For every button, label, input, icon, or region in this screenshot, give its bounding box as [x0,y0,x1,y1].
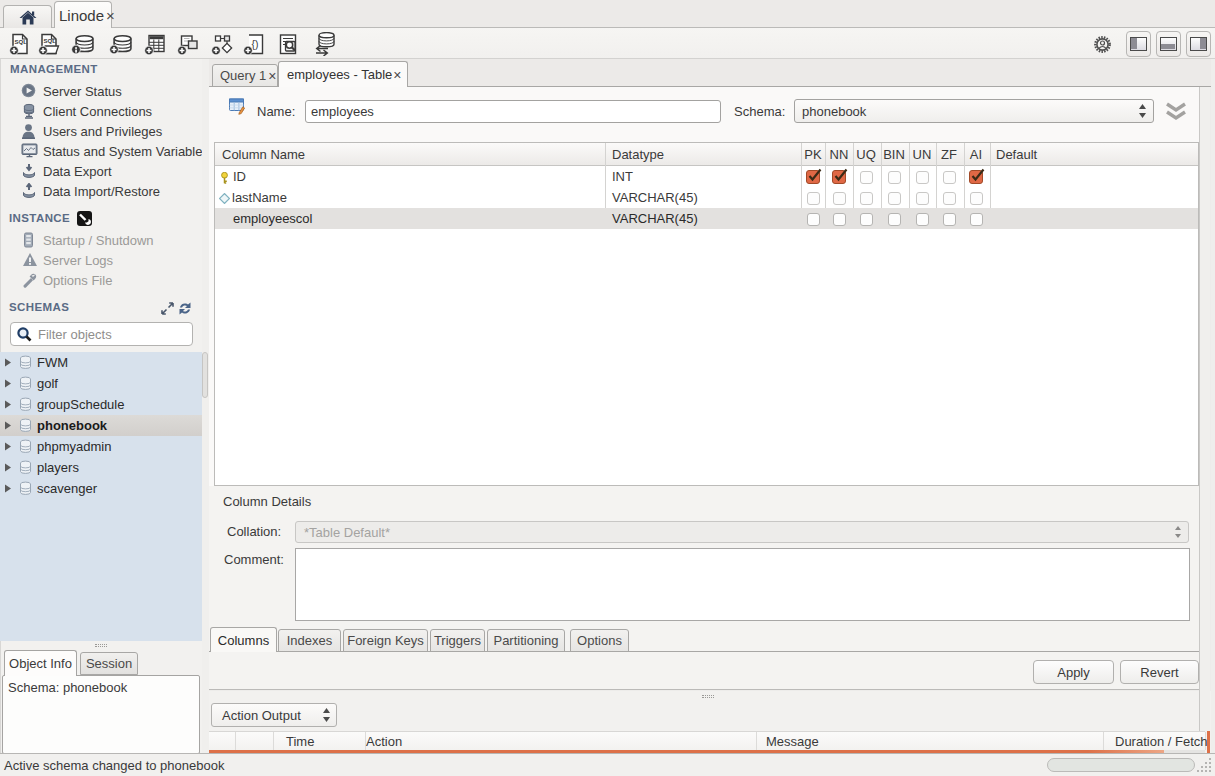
svg-text:{): {) [252,38,259,50]
